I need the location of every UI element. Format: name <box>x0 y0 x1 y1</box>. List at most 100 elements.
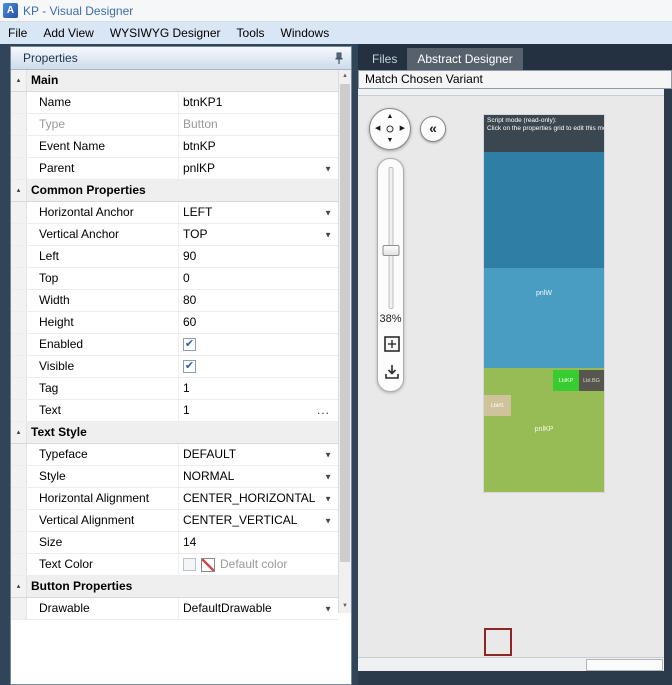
dropdown-arrow-icon[interactable]: ▼ <box>324 230 332 239</box>
dropdown-arrow-icon[interactable]: ▼ <box>324 450 332 459</box>
match-chosen-variant-button[interactable]: Match Chosen Variant <box>358 70 672 89</box>
property-value-cell[interactable]: Button <box>179 114 338 135</box>
color-checkbox[interactable] <box>183 558 196 571</box>
dropdown-arrow-icon[interactable]: ▼ <box>324 164 332 173</box>
selection-rectangle[interactable] <box>484 628 512 656</box>
properties-vertical-scrollbar[interactable]: ▲ ▼ <box>338 70 351 613</box>
pan-up-arrow-icon[interactable]: ▲ <box>387 113 394 121</box>
properties-panel-header[interactable]: Properties <box>11 47 351 70</box>
property-row-type: Type Button <box>11 114 338 136</box>
collapse-chevron-icon[interactable]: ▴ <box>17 429 21 436</box>
properties-panel-title: Properties <box>23 51 78 65</box>
preview-panel-pnlw[interactable]: pnlW <box>484 268 604 368</box>
zoom-slider-track[interactable] <box>388 167 393 309</box>
property-value-cell[interactable]: LEFT ▼ <box>179 202 338 223</box>
property-row-height: Height 60 <box>11 312 338 334</box>
collapse-tools-button[interactable]: « <box>420 116 446 142</box>
property-name: Visible <box>27 356 179 377</box>
property-value-cell[interactable]: DEFAULT ▼ <box>179 444 338 465</box>
horizontal-scrollbar-thumb[interactable] <box>586 659 663 671</box>
phone-preview[interactable]: Script mode (read-only): Click on the pr… <box>484 115 604 492</box>
section-header-button-properties[interactable]: ▴ Button Properties <box>11 576 338 598</box>
section-header-text-style[interactable]: ▴ Text Style <box>11 422 338 444</box>
pin-icon[interactable] <box>334 52 344 65</box>
collapse-chevron-icon[interactable]: ▴ <box>17 187 21 194</box>
menu-tools[interactable]: Tools <box>229 22 273 44</box>
row-margin <box>11 466 27 487</box>
design-canvas[interactable]: ▲ ▼ ◀ ▶ « 38% Script mode (read-only): C… <box>358 96 664 657</box>
scroll-up-arrow-icon[interactable]: ▲ <box>339 70 351 83</box>
property-row-top: Top 0 <box>11 268 338 290</box>
pnlw-label: pnlW <box>536 290 552 297</box>
property-value-cell[interactable]: CENTER_HORIZONTAL ▼ <box>179 488 338 509</box>
property-value-cell[interactable]: ✔ <box>179 334 338 355</box>
property-value-cell[interactable]: 60 <box>179 312 338 333</box>
row-margin <box>11 400 27 421</box>
property-value-cell[interactable]: 1... <box>179 400 338 421</box>
pan-control[interactable]: ▲ ▼ ◀ ▶ <box>369 108 411 150</box>
canvas-horizontal-scrollbar-top[interactable] <box>358 89 664 96</box>
property-row-text-color: Text Color Default color <box>11 554 338 576</box>
color-swatch[interactable] <box>201 557 215 572</box>
property-value-cell[interactable]: CENTER_VERTICAL ▼ <box>179 510 338 531</box>
property-value-cell[interactable]: 80 <box>179 290 338 311</box>
property-value-cell[interactable]: 0 <box>179 268 338 289</box>
dropdown-arrow-icon[interactable]: ▼ <box>324 516 332 525</box>
properties-panel: Properties ▴ Main Name btnKP1 Type Button Even… <box>10 46 352 685</box>
property-value-cell[interactable]: DefaultDrawable ▼ <box>179 598 338 619</box>
tab-files[interactable]: Files <box>362 48 407 70</box>
section-label: Main <box>31 73 59 87</box>
designer-panel: Files Abstract Designer Match Chosen Vari… <box>358 44 672 685</box>
preview-panel-top[interactable] <box>484 152 604 268</box>
checkbox[interactable]: ✔ <box>183 338 196 351</box>
fit-to-screen-button[interactable] <box>381 333 402 354</box>
property-value-cell[interactable]: btnKP <box>179 136 338 157</box>
dropdown-arrow-icon[interactable]: ▼ <box>324 208 332 217</box>
property-value-text: btnKP <box>183 139 216 153</box>
property-value-cell[interactable]: pnlKP ▼ <box>179 158 338 179</box>
pan-center-icon[interactable] <box>386 125 394 133</box>
tab-abstract-designer[interactable]: Abstract Designer <box>407 48 523 70</box>
property-value-cell[interactable]: TOP ▼ <box>179 224 338 245</box>
preview-button-lbl-bg-1[interactable]: Lbl.BG <box>579 370 604 391</box>
property-value-cell[interactable]: 14 <box>179 532 338 553</box>
property-value-cell[interactable]: NORMAL ▼ <box>179 466 338 487</box>
pan-down-arrow-icon[interactable]: ▼ <box>387 137 394 145</box>
property-value-cell[interactable]: 90 <box>179 246 338 267</box>
preview-button-lblkp-0[interactable]: LblKP <box>553 370 579 391</box>
property-row-size: Size 14 <box>11 532 338 554</box>
property-name: Size <box>27 532 179 553</box>
dropdown-arrow-icon[interactable]: ▼ <box>324 472 332 481</box>
scroll-down-arrow-icon[interactable]: ▼ <box>339 600 351 613</box>
section-header-common-properties[interactable]: ▴ Common Properties <box>11 180 338 202</box>
menu-add-view[interactable]: Add View <box>35 22 101 44</box>
collapse-chevron-icon[interactable]: ▴ <box>17 583 21 590</box>
pan-right-arrow-icon[interactable]: ▶ <box>400 125 405 133</box>
zoom-slider-thumb[interactable] <box>382 245 399 256</box>
pan-left-arrow-icon[interactable]: ◀ <box>375 125 380 133</box>
property-value-cell[interactable]: Default color <box>179 554 338 575</box>
property-name: Left <box>27 246 179 267</box>
property-value-text: Default color <box>220 557 288 571</box>
dropdown-arrow-icon[interactable]: ▼ <box>324 494 332 503</box>
menu-file[interactable]: File <box>0 22 35 44</box>
checkbox[interactable]: ✔ <box>183 360 196 373</box>
property-value-cell[interactable]: 1 <box>179 378 338 399</box>
menu-wysiwyg-designer[interactable]: WYSIWYG Designer <box>102 22 229 44</box>
check-icon: ✔ <box>184 360 195 372</box>
menu-windows[interactable]: Windows <box>273 22 338 44</box>
section-header-main[interactable]: ▴ Main <box>11 70 338 92</box>
section-margin: ▴ <box>11 70 27 91</box>
scrollbar-thumb[interactable] <box>340 84 350 562</box>
property-value-cell[interactable]: btnKP1 <box>179 92 338 113</box>
property-name: Height <box>27 312 179 333</box>
preview-button-lbl-1-2[interactable]: Lbl#1 <box>484 395 511 416</box>
pnlkp-label: pnlKP <box>534 426 554 433</box>
save-image-button[interactable] <box>381 361 402 382</box>
canvas-horizontal-scrollbar[interactable] <box>358 657 664 671</box>
dropdown-arrow-icon[interactable]: ▼ <box>324 604 332 613</box>
section-margin: ▴ <box>11 180 27 201</box>
collapse-chevron-icon[interactable]: ▴ <box>17 77 21 84</box>
ellipsis-button[interactable]: ... <box>317 402 330 416</box>
property-value-cell[interactable]: ✔ <box>179 356 338 377</box>
